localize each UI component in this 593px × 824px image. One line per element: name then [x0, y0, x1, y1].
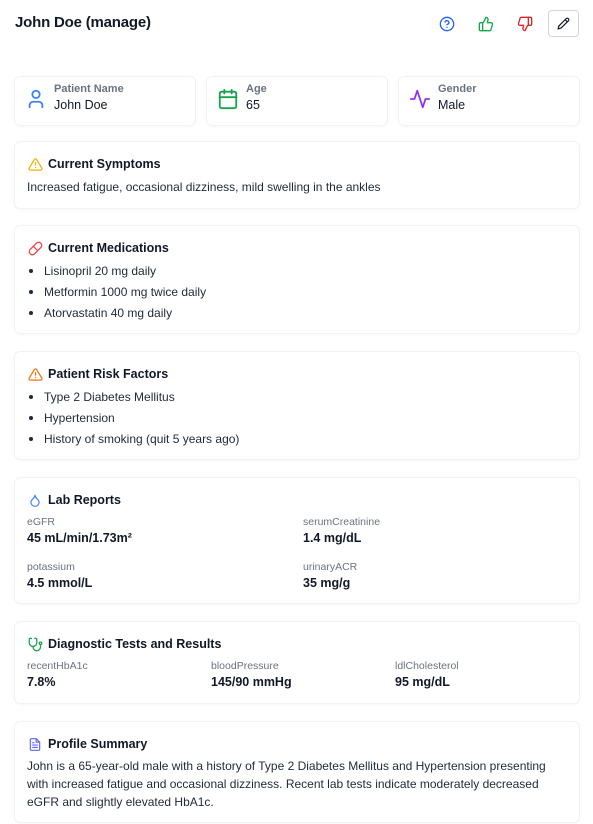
pencil-icon [557, 17, 570, 30]
medications-title: Current Medications [48, 241, 169, 255]
thumbs-up-button[interactable] [471, 10, 501, 38]
gender-value: Male [438, 98, 466, 112]
symptoms-title: Current Symptoms [48, 157, 161, 171]
thumbs-down-icon [517, 16, 533, 32]
diagnostic-key: ldlCholesterol [395, 660, 459, 672]
lab-item-egfr: eGFR 45 mL/min/1.73m² [27, 515, 132, 545]
lab-key: serumCreatinine [303, 516, 381, 528]
lab-key: urinaryACR [303, 561, 358, 573]
warning-triangle-icon [27, 156, 43, 172]
patient-name-value: John Doe [54, 98, 108, 112]
warning-triangle-icon [27, 366, 43, 382]
lab-item-serum-creatinine: serumCreatinine 1.4 mg/dL [303, 515, 380, 545]
help-button[interactable] [432, 10, 462, 38]
diagnostic-value: 95 mg/dL [395, 675, 450, 689]
activity-icon [409, 87, 431, 111]
risk-factors-card: Patient Risk Factors Type 2 Diabetes Mel… [15, 352, 579, 459]
edit-button[interactable] [548, 10, 579, 37]
document-icon [27, 736, 43, 752]
symptoms-card: Current Symptoms Increased fatigue, occa… [15, 142, 579, 208]
user-icon [25, 87, 47, 111]
lab-value: 1.4 mg/dL [303, 531, 362, 545]
lab-value: 35 mg/g [303, 576, 351, 590]
lab-key: eGFR [27, 516, 56, 528]
age-label: Age [246, 83, 267, 95]
age-card: Age 65 [207, 77, 387, 125]
stethoscope-icon [27, 636, 43, 652]
risk-factors-title: Patient Risk Factors [48, 367, 169, 381]
page-header: John Doe (manage) [0, 0, 593, 48]
droplet-icon [27, 492, 43, 508]
list-item: Type 2 Diabetes Mellitus [27, 388, 239, 409]
diagnostic-item-blood-pressure: bloodPressure 145/90 mmHg [211, 659, 292, 689]
profile-summary-title: Profile Summary [48, 737, 148, 751]
diagnostics-card: Diagnostic Tests and Results recentHbA1c… [15, 622, 579, 703]
thumbs-down-button[interactable] [510, 10, 540, 38]
list-item: Atorvastatin 40 mg daily [27, 304, 206, 325]
lab-reports-card: Lab Reports eGFR 45 mL/min/1.73m² serumC… [15, 478, 579, 603]
diagnostic-key: recentHbA1c [27, 660, 88, 672]
medications-list: Lisinopril 20 mg daily Metformin 1000 mg… [27, 262, 206, 325]
lab-value: 4.5 mmol/L [27, 576, 93, 590]
lab-key: potassium [27, 561, 75, 573]
calendar-icon [217, 87, 239, 111]
symptoms-text: Increased fatigue, occasional dizziness,… [27, 180, 381, 194]
risk-factors-list: Type 2 Diabetes Mellitus Hypertension Hi… [27, 388, 239, 451]
patient-name-label: Patient Name [54, 83, 124, 95]
thumbs-up-icon [478, 16, 494, 32]
lab-value: 45 mL/min/1.73m² [27, 531, 132, 545]
lab-item-potassium: potassium 4.5 mmol/L [27, 560, 92, 590]
page-title: John Doe (manage) [15, 14, 151, 31]
diagnostic-value: 145/90 mmHg [211, 675, 292, 689]
diagnostic-key: bloodPressure [211, 660, 279, 672]
lab-item-urinary-acr: urinaryACR 35 mg/g [303, 560, 357, 590]
diagnostic-item-ldl-cholesterol: ldlCholesterol 95 mg/dL [395, 659, 459, 689]
medications-card: Current Medications Lisinopril 20 mg dai… [15, 226, 579, 333]
gender-label: Gender [438, 83, 477, 95]
gender-card: Gender Male [399, 77, 579, 125]
list-item: Metformin 1000 mg twice daily [27, 283, 206, 304]
diagnostic-value: 7.8% [27, 675, 56, 689]
age-value: 65 [246, 98, 260, 112]
lab-reports-title: Lab Reports [48, 493, 121, 507]
help-circle-icon [439, 16, 455, 32]
profile-summary-text: John is a 65-year-old male with a histor… [27, 759, 546, 809]
patient-name-card: Patient Name John Doe [15, 77, 195, 125]
list-item: Hypertension [27, 409, 239, 430]
profile-summary-card: Profile Summary John is a 65-year-old ma… [15, 722, 579, 822]
diagnostic-item-hba1c: recentHbA1c 7.8% [27, 659, 88, 689]
diagnostics-title: Diagnostic Tests and Results [48, 637, 222, 651]
pill-icon [27, 240, 43, 256]
list-item: Lisinopril 20 mg daily [27, 262, 206, 283]
list-item: History of smoking (quit 5 years ago) [27, 430, 239, 451]
